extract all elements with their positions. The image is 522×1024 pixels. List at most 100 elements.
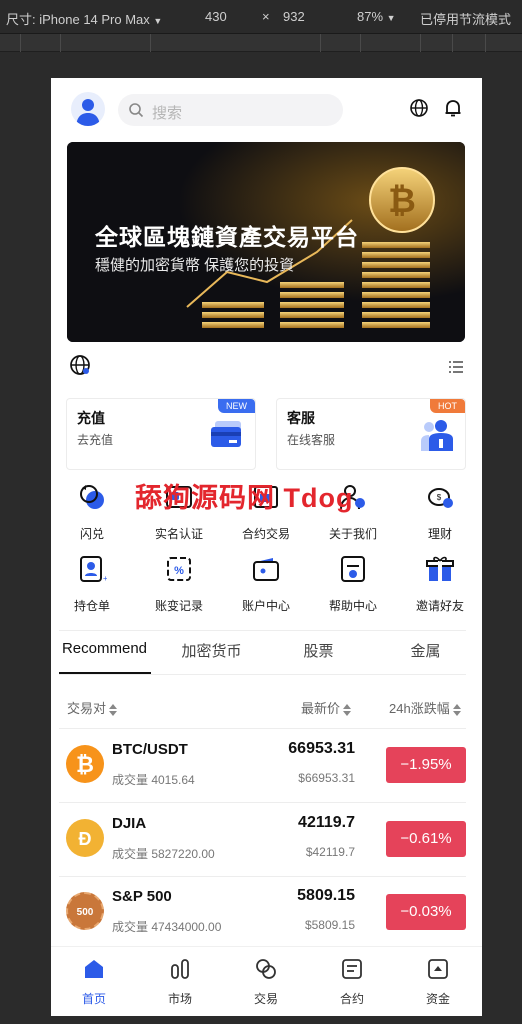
divider (59, 674, 466, 675)
change-badge: −0.03% (386, 894, 466, 930)
grid-label: 理财 (427, 527, 452, 541)
table-row[interactable]: Đ DJIA 成交量 5827220.00 42119.7 $42119.7 −… (51, 803, 482, 876)
device-ruler (0, 34, 522, 52)
col-change-label: 24h涨跌幅 (389, 701, 450, 716)
col-price[interactable]: 最新价 (301, 698, 352, 717)
nav-label: 资金 (425, 992, 450, 1006)
nav-label: 交易 (253, 992, 278, 1006)
nav-label: 市场 (167, 992, 192, 1006)
dropdown-arrow-icon: ▼ (153, 16, 163, 26)
support-card[interactable]: 客服 在线客服 HOT (276, 398, 466, 470)
customer-service-icon (421, 420, 453, 451)
tab-stocks[interactable]: 股票 (265, 640, 372, 661)
svg-text:$: $ (437, 493, 442, 502)
exchange-icon (80, 485, 104, 509)
col-pair-label: 交易对 (67, 701, 107, 716)
trade-icon (256, 959, 276, 979)
grid-item-invite[interactable]: 邀请好友 (400, 554, 480, 614)
grid-item-flash-swap[interactable]: 闪兑 (52, 482, 132, 542)
nav-home[interactable]: 首页 (51, 957, 137, 1007)
table-row[interactable]: 500 S&P 500 成交量 47434000.00 5809.15 $580… (51, 876, 482, 949)
phone-viewport: 搜索 ₿ 全球區塊鏈資產交易平台 穩健的加密貨幣 保護您的投資 充值 去充值 N… (51, 78, 482, 1016)
grid-item-records[interactable]: % 账变记录 (139, 554, 219, 614)
market-tabs: Recommend 加密货币 股票 金属 (51, 630, 482, 674)
table-row[interactable]: ₿ BTC/USDT 成交量 4015.64 66953.31 $66953.3… (51, 729, 482, 802)
tab-crypto[interactable]: 加密货币 (158, 640, 265, 661)
change-badge: −1.95% (386, 747, 466, 783)
watermark-text: 舔狗源码网 Tdog (135, 483, 354, 513)
pair-name: BTC/USDT (112, 741, 188, 758)
tab-metals[interactable]: 金属 (372, 640, 479, 661)
promo-banner[interactable]: ₿ 全球區塊鏈資產交易平台 穩健的加密貨幣 保護您的投資 (67, 142, 465, 342)
deposit-card[interactable]: 充值 去充值 NEW (66, 398, 256, 470)
wallet-icon (253, 558, 279, 581)
grid-label: 关于我们 (328, 527, 377, 541)
width-field[interactable]: 430 (205, 9, 227, 24)
svg-text:+: + (103, 574, 107, 583)
svg-text:Đ: Đ (79, 829, 92, 849)
col-price-label: 最新价 (301, 701, 341, 716)
bell-icon[interactable] (443, 98, 463, 118)
nav-trade[interactable]: 交易 (223, 957, 309, 1007)
globe-icon[interactable] (409, 98, 429, 118)
times-sign: × (262, 9, 270, 24)
col-change[interactable]: 24h涨跌幅 (389, 698, 461, 717)
card-subtitle: 去充值 (77, 433, 114, 447)
piggy-bank-icon: $ (428, 488, 453, 508)
volume: 成交量 47434000.00 (112, 920, 222, 934)
grid-item-help[interactable]: 帮助中心 (313, 554, 393, 614)
bottom-nav: 首页 市场 交易 合约 资金 (51, 946, 482, 1016)
pair-name: S&P 500 (112, 888, 172, 905)
grid-label: 合约交易 (241, 527, 290, 541)
grid-label: 持仓单 (73, 599, 110, 613)
sort-icon (109, 703, 118, 716)
device-label: 尺寸: iPhone 14 Pro Max (6, 12, 150, 27)
col-pair[interactable]: 交易对 (67, 698, 118, 717)
tab-recommend[interactable]: Recommend (51, 640, 158, 657)
home-icon (85, 960, 103, 978)
grid-item-account[interactable]: 账户中心 (226, 554, 306, 614)
svg-text:%: % (174, 565, 184, 577)
search-icon (129, 103, 144, 118)
pair-name: DJIA (112, 815, 147, 832)
nav-funds[interactable]: 资金 (395, 957, 481, 1007)
svg-text:500: 500 (77, 907, 94, 918)
nav-contract[interactable]: 合约 (309, 957, 395, 1007)
card-title: 充值 (77, 410, 105, 426)
grid-item-positions[interactable]: + 持仓单 (52, 554, 132, 614)
avatar[interactable] (71, 92, 105, 126)
change-badge: −0.61% (386, 821, 466, 857)
contract-nav-icon (342, 959, 362, 979)
sort-icon (343, 703, 352, 716)
dropdown-arrow-icon: ▼ (386, 13, 396, 23)
search-input[interactable]: 搜索 (118, 94, 343, 126)
search-placeholder: 搜索 (152, 105, 183, 122)
device-select[interactable]: 尺寸: iPhone 14 Pro Max ▼ (6, 9, 162, 28)
new-badge: NEW (218, 399, 255, 413)
last-price: 42119.7 (298, 814, 355, 831)
fiat-price: $42119.7 (305, 845, 355, 859)
devtools-toolbar: 尺寸: iPhone 14 Pro Max ▼ 430 × 932 87% ▼ … (0, 0, 522, 34)
list-icon[interactable] (449, 360, 463, 374)
zoom-select[interactable]: 87% ▼ (357, 9, 396, 24)
nav-label: 首页 (81, 992, 106, 1006)
grid-label: 帮助中心 (328, 599, 377, 613)
funds-icon (428, 959, 448, 979)
hot-badge: HOT (430, 399, 465, 413)
fiat-price: $5809.15 (304, 918, 355, 932)
grid-label: 账户中心 (241, 599, 290, 613)
throttle-select[interactable]: 已停用节流模式 (420, 9, 511, 28)
fiat-price: $66953.31 (298, 771, 355, 785)
help-icon (341, 556, 365, 582)
last-price: 66953.31 (288, 740, 355, 757)
height-field[interactable]: 932 (283, 9, 305, 24)
grid-item-wealth[interactable]: $ 理财 (400, 482, 480, 542)
banner-subtitle: 穩健的加密貨幣 保護您的投資 (95, 257, 295, 274)
banner-controls (51, 350, 482, 380)
globe-icon[interactable] (69, 354, 91, 376)
sp500-coin-icon: 500 (66, 892, 104, 930)
svg-text:₿: ₿ (76, 752, 94, 777)
position-icon: + (80, 556, 108, 583)
record-icon: % (167, 557, 191, 581)
nav-market[interactable]: 市场 (137, 957, 223, 1007)
